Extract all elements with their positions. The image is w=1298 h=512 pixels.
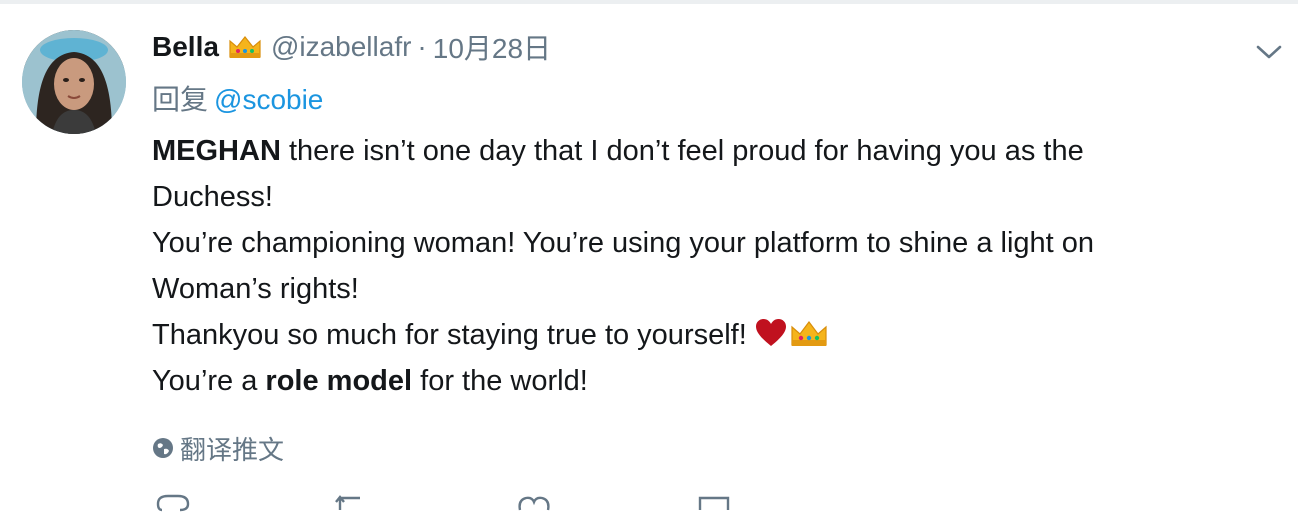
avatar[interactable] <box>22 30 126 134</box>
direct-message-icon[interactable] <box>694 492 734 512</box>
reply-icon[interactable] <box>154 492 194 512</box>
tweet-line: MEGHAN there isn’t one day that I don’t … <box>152 128 1232 174</box>
heart-icon <box>755 319 786 346</box>
reply-context: 回复 @scobie <box>152 82 1232 118</box>
tweet-line-text: there isn’t one day that I don’t feel pr… <box>280 135 1084 167</box>
chevron-down-icon[interactable] <box>1254 42 1284 62</box>
user-handle[interactable]: @izabellafr <box>271 31 411 63</box>
tweet-line: Duchess! <box>152 181 273 213</box>
translate-label: 翻译推文 <box>180 434 285 465</box>
reply-mention-link[interactable]: @scobie <box>214 84 323 115</box>
tweet-line: You’re championing woman! You’re using y… <box>152 227 1095 259</box>
like-icon[interactable] <box>514 492 554 512</box>
tweet-line: Thankyou so much for staying true to you… <box>152 312 1232 358</box>
tweet-line-text: for the world! <box>412 365 588 397</box>
tweet-line-text: You’re a <box>152 365 266 397</box>
crown-icon <box>791 321 827 346</box>
avatar-image <box>22 30 126 134</box>
tweet-timestamp[interactable]: 10月28日 <box>433 27 551 67</box>
globe-icon <box>153 438 173 458</box>
tweet-card[interactable]: Bella @izabellafr · 10月28日 回复 @scobie MEG… <box>0 4 1298 512</box>
translate-tweet-link[interactable]: 翻译推文 <box>152 430 1232 466</box>
tweet-line: Woman’s rights! <box>152 273 359 305</box>
retweet-icon[interactable] <box>332 492 382 512</box>
tweet-header: Bella @izabellafr · 10月28日 <box>152 26 1232 68</box>
separator-dot: · <box>417 31 427 62</box>
tweet-text: MEGHAN there isn’t one day that I don’t … <box>152 128 1232 404</box>
bold-text: role model <box>265 365 413 397</box>
tweet-line-text: Thankyou so much for staying true to you… <box>152 319 747 351</box>
bold-text: MEGHAN <box>152 135 281 167</box>
display-name[interactable]: Bella <box>152 31 219 63</box>
tweet-actions <box>152 492 852 512</box>
tweet-content: Bella @izabellafr · 10月28日 回复 @scobie MEG… <box>152 26 1232 466</box>
crown-icon <box>229 36 261 58</box>
tweet-line: You’re a role model for the world! <box>152 358 1232 404</box>
reply-prefix: 回复 <box>152 84 209 115</box>
